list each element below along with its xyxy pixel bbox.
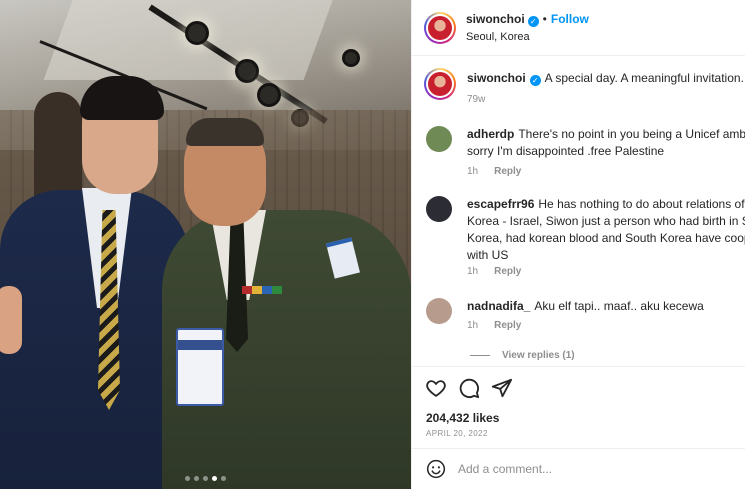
commenter-avatar[interactable] — [426, 196, 452, 222]
author-username[interactable]: siwonchoi — [466, 12, 525, 26]
add-comment-bar — [412, 448, 745, 489]
comment-age: 1h — [467, 320, 479, 331]
heart-icon[interactable] — [425, 377, 447, 399]
follow-button[interactable]: Follow — [551, 12, 589, 26]
carousel-dot — [185, 476, 190, 481]
author-avatar[interactable] — [424, 68, 456, 100]
comment-meta: 1h Reply — [467, 166, 521, 177]
photo-medal-ribbon — [242, 286, 282, 294]
post-sidebar: siwonchoi ✓ • Follow Seoul, Korea siwonchoi… — [411, 0, 745, 489]
comment-icon[interactable] — [458, 377, 480, 399]
post-header: siwonchoi ✓ • Follow Seoul, Korea — [412, 0, 745, 56]
comment-age: 1h — [467, 266, 479, 277]
caption-body: A special day. A meaningful invitation. — [544, 71, 744, 85]
caption-age: 79w — [467, 94, 486, 105]
share-icon[interactable] — [491, 377, 513, 399]
photo-spotlight — [345, 52, 357, 64]
post-location[interactable]: Seoul, Korea — [466, 31, 530, 43]
verified-badge-icon: ✓ — [527, 16, 539, 27]
comment-text: adherdp There's no point in you being a U… — [467, 126, 745, 160]
photo-ceiling-panel — [43, 0, 337, 80]
comment-text: escapefrr96 He has nothing to do about re… — [467, 196, 745, 264]
photo-person-right-hair — [186, 118, 264, 146]
author-avatar[interactable] — [424, 12, 456, 44]
carousel-dots — [0, 476, 411, 481]
likes-count[interactable]: 204,432 likes — [426, 411, 499, 425]
add-comment-input[interactable] — [458, 459, 728, 479]
carousel-dot — [212, 476, 217, 481]
comment-username[interactable]: adherdp — [467, 127, 514, 141]
carousel-dot — [203, 476, 208, 481]
comment-meta: 1h Reply — [467, 320, 521, 331]
comment-text: nadnadifa_ Aku elf tapi.. maaf.. aku kece… — [467, 298, 745, 315]
reply-button[interactable]: Reply — [494, 266, 521, 277]
carousel-dot — [221, 476, 226, 481]
separator-bullet: • — [542, 12, 547, 26]
header-user-line: siwonchoi ✓ • Follow — [466, 12, 589, 27]
reply-button[interactable]: Reply — [494, 166, 521, 177]
comment-username[interactable]: nadnadifa_ — [467, 299, 530, 313]
comment-body: Korea, had korean blood and South Korea … — [467, 231, 745, 245]
comment-meta: 1h Reply — [467, 266, 521, 277]
verified-badge-icon: ✓ — [529, 75, 541, 86]
caption-text: siwonchoi ✓ A special day. A meaningful in… — [467, 70, 745, 87]
comment-body: Aku elf tapi.. maaf.. aku kecewa — [534, 299, 704, 313]
photo-spotlight — [238, 62, 256, 80]
comment-age: 1h — [467, 166, 479, 177]
commenter-avatar[interactable] — [426, 298, 452, 324]
comment-username[interactable]: escapefrr96 — [467, 197, 534, 211]
photo-spotlight — [188, 24, 206, 42]
photo-spotlight — [260, 86, 278, 104]
view-replies-button[interactable]: View replies (1) — [470, 350, 575, 361]
comment-body: with US — [467, 248, 509, 262]
post-photo[interactable] — [0, 0, 411, 489]
comment-body: He has nothing to do about relations of … — [538, 197, 745, 211]
view-replies-line — [470, 354, 490, 356]
caption-username[interactable]: siwonchoi — [467, 71, 526, 85]
post-date: APRIL 20, 2022 — [426, 429, 488, 438]
photo-thumbs-up — [0, 286, 22, 354]
commenter-avatar[interactable] — [426, 126, 452, 152]
comment-body: Korea - Israel, Siwon just a person who … — [467, 214, 745, 228]
carousel-dot — [194, 476, 199, 481]
photo-name-badge — [176, 328, 224, 406]
comment-body: sorry I'm disappointed .free Palestine — [467, 144, 665, 158]
view-replies-label: View replies (1) — [502, 350, 575, 361]
comments-list[interactable]: siwonchoi ✓ A special day. A meaningful in… — [412, 56, 745, 366]
emoji-icon[interactable] — [426, 459, 446, 479]
reply-button[interactable]: Reply — [494, 320, 521, 331]
post-actions: 204,432 likes APRIL 20, 2022 — [412, 366, 745, 448]
comment-body: There's no point in you being a Unicef a… — [518, 127, 745, 141]
